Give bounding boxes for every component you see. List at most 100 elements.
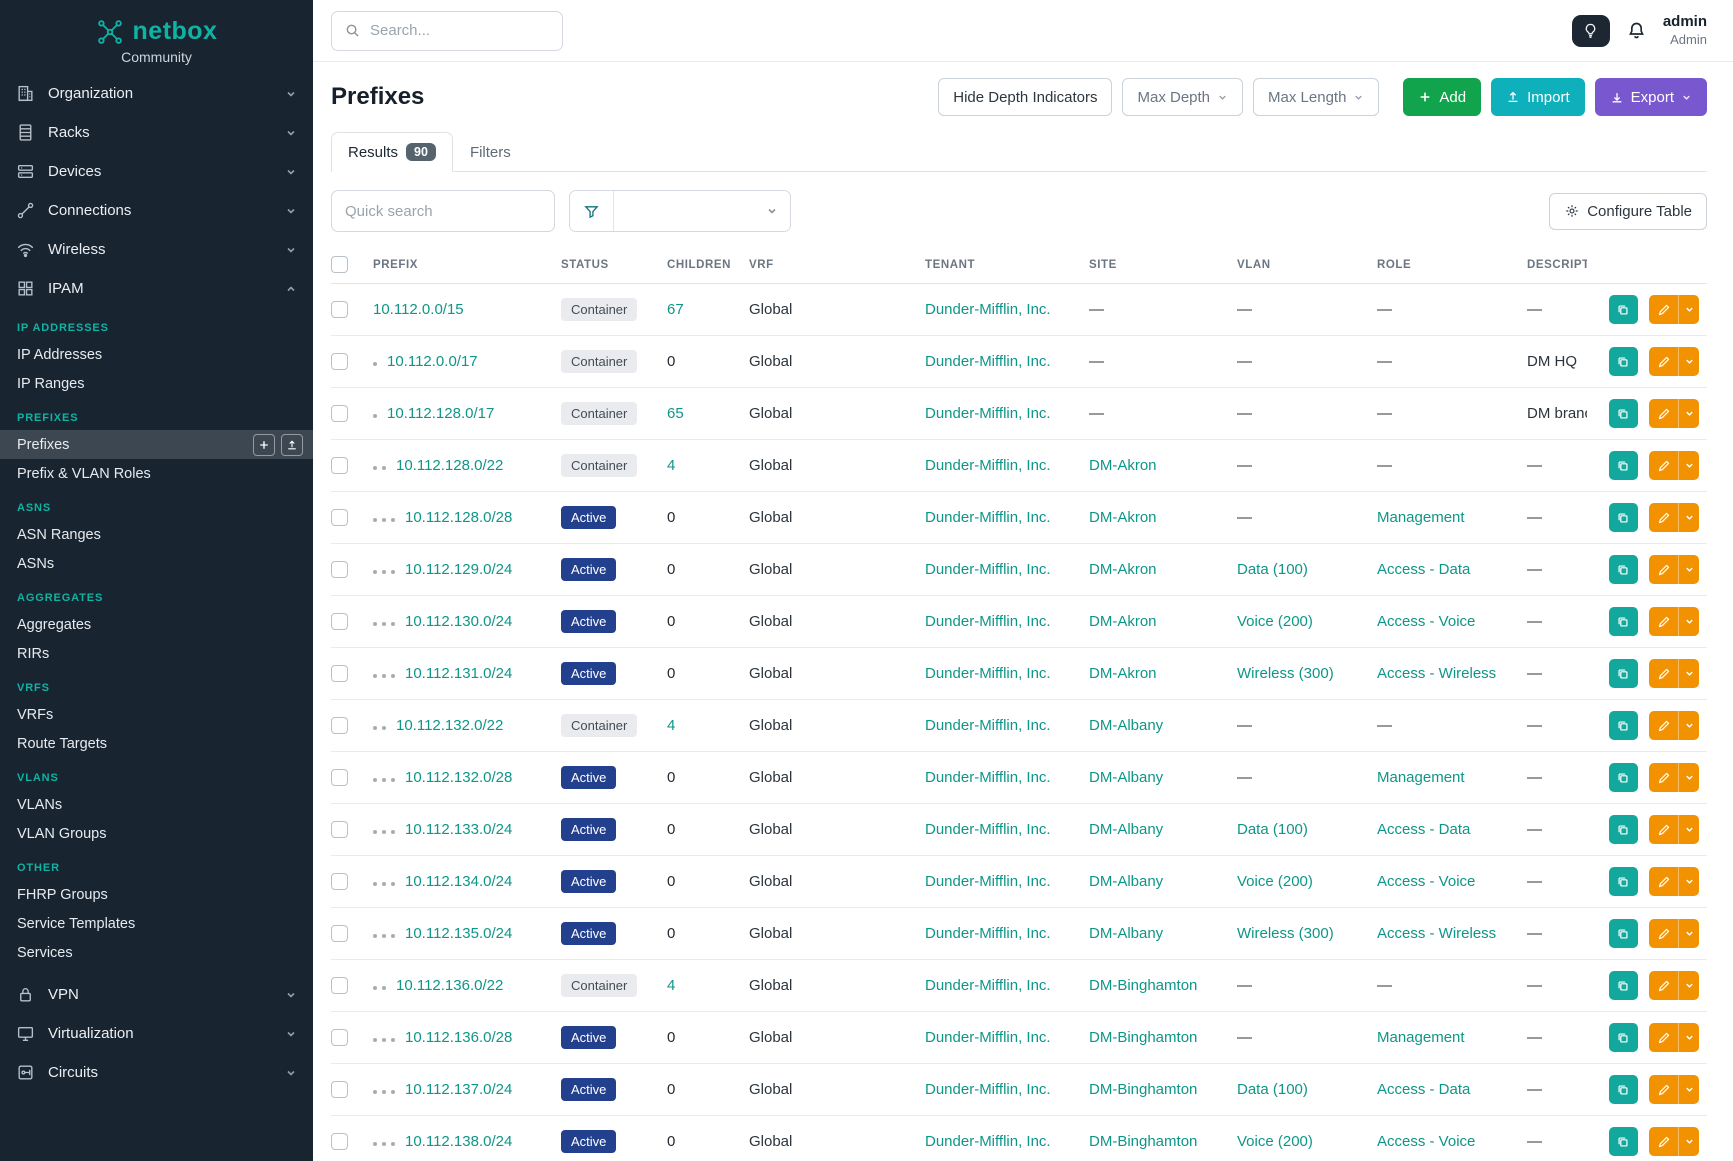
edit-button[interactable] — [1649, 1023, 1678, 1052]
sidebar-item-prefixes[interactable]: Prefixes — [0, 430, 313, 459]
row-checkbox[interactable] — [331, 561, 348, 578]
children-count-link[interactable]: 67 — [667, 301, 684, 318]
column-header-tenant[interactable]: TENANT — [925, 246, 1089, 284]
prefix-link[interactable]: 10.112.0.0/15 — [373, 301, 464, 318]
tenant-link[interactable]: Dunder-Mifflin, Inc. — [925, 1081, 1051, 1098]
site-link[interactable]: DM-Albany — [1089, 873, 1163, 890]
tenant-link[interactable]: Dunder-Mifflin, Inc. — [925, 613, 1051, 630]
tenant-link[interactable]: Dunder-Mifflin, Inc. — [925, 717, 1051, 734]
prefix-link[interactable]: 10.112.136.0/22 — [396, 977, 503, 994]
vlan-link[interactable]: Voice (200) — [1237, 1133, 1313, 1150]
theme-toggle-button[interactable] — [1572, 15, 1610, 47]
vlan-link[interactable]: Wireless (300) — [1237, 665, 1334, 682]
edit-button[interactable] — [1649, 711, 1678, 740]
edit-dropdown-button[interactable] — [1678, 555, 1699, 584]
tenant-link[interactable]: Dunder-Mifflin, Inc. — [925, 509, 1051, 526]
tenant-link[interactable]: Dunder-Mifflin, Inc. — [925, 925, 1051, 942]
prefix-link[interactable]: 10.112.133.0/24 — [405, 821, 512, 838]
edit-button[interactable] — [1649, 451, 1678, 480]
sidebar-item-ipam[interactable]: IPAM — [0, 269, 313, 308]
filter-button[interactable] — [570, 191, 614, 231]
clone-button[interactable] — [1609, 711, 1638, 740]
row-checkbox[interactable] — [331, 301, 348, 318]
edit-button[interactable] — [1649, 919, 1678, 948]
tenant-link[interactable]: Dunder-Mifflin, Inc. — [925, 353, 1051, 370]
prefix-link[interactable]: 10.112.128.0/17 — [387, 405, 494, 422]
sidebar-item-vpn[interactable]: VPN — [0, 975, 313, 1014]
max-depth-dropdown[interactable]: Max Depth — [1122, 78, 1243, 116]
column-header-site[interactable]: SITE — [1089, 246, 1237, 284]
vlan-link[interactable]: Data (100) — [1237, 821, 1308, 838]
vlan-link[interactable]: Voice (200) — [1237, 613, 1313, 630]
clone-button[interactable] — [1609, 815, 1638, 844]
sidebar-item-fhrp-groups[interactable]: FHRP Groups — [0, 880, 313, 909]
role-link[interactable]: Access - Wireless — [1377, 925, 1496, 942]
select-all-checkbox[interactable] — [331, 256, 348, 273]
sidebar-import-button[interactable] — [281, 434, 303, 456]
clone-button[interactable] — [1609, 763, 1638, 792]
edit-dropdown-button[interactable] — [1678, 1075, 1699, 1104]
site-link[interactable]: DM-Binghamton — [1089, 1029, 1197, 1046]
column-header-vlan[interactable]: VLAN — [1237, 246, 1377, 284]
saved-filter-select[interactable] — [614, 191, 790, 231]
edit-button[interactable] — [1649, 815, 1678, 844]
row-checkbox[interactable] — [331, 405, 348, 422]
clone-button[interactable] — [1609, 1023, 1638, 1052]
site-link[interactable]: DM-Albany — [1089, 717, 1163, 734]
prefix-link[interactable]: 10.112.132.0/22 — [396, 717, 503, 734]
prefix-link[interactable]: 10.112.128.0/28 — [405, 509, 512, 526]
hide-depth-indicators-button[interactable]: Hide Depth Indicators — [938, 78, 1112, 116]
max-length-dropdown[interactable]: Max Length — [1253, 78, 1379, 116]
sidebar-item-asn-ranges[interactable]: ASN Ranges — [0, 520, 313, 549]
sidebar-item-route-targets[interactable]: Route Targets — [0, 729, 313, 758]
site-link[interactable]: DM-Akron — [1089, 509, 1157, 526]
site-link[interactable]: DM-Albany — [1089, 925, 1163, 942]
configure-table-button[interactable]: Configure Table — [1549, 193, 1707, 230]
edit-button[interactable] — [1649, 503, 1678, 532]
row-checkbox[interactable] — [331, 457, 348, 474]
sidebar-item-devices[interactable]: Devices — [0, 152, 313, 191]
clone-button[interactable] — [1609, 607, 1638, 636]
sidebar-add-button[interactable] — [253, 434, 275, 456]
clone-button[interactable] — [1609, 347, 1638, 376]
edit-button[interactable] — [1649, 295, 1678, 324]
column-header-description[interactable]: DESCRIPTION — [1527, 246, 1587, 284]
role-link[interactable]: Management — [1377, 509, 1465, 526]
row-checkbox[interactable] — [331, 769, 348, 786]
clone-button[interactable] — [1609, 971, 1638, 1000]
sidebar-item-vrfs[interactable]: VRFs — [0, 700, 313, 729]
column-header-status[interactable]: STATUS — [561, 246, 667, 284]
row-checkbox[interactable] — [331, 873, 348, 890]
edit-dropdown-button[interactable] — [1678, 451, 1699, 480]
tenant-link[interactable]: Dunder-Mifflin, Inc. — [925, 1029, 1051, 1046]
edit-button[interactable] — [1649, 971, 1678, 1000]
tenant-link[interactable]: Dunder-Mifflin, Inc. — [925, 873, 1051, 890]
sidebar-item-rirs[interactable]: RIRs — [0, 639, 313, 668]
role-link[interactable]: Access - Voice — [1377, 613, 1475, 630]
edit-dropdown-button[interactable] — [1678, 503, 1699, 532]
edit-button[interactable] — [1649, 1127, 1678, 1156]
sidebar-item-aggregates[interactable]: Aggregates — [0, 610, 313, 639]
edit-button[interactable] — [1649, 399, 1678, 428]
vlan-link[interactable]: Voice (200) — [1237, 873, 1313, 890]
site-link[interactable]: DM-Albany — [1089, 769, 1163, 786]
add-button[interactable]: Add — [1403, 78, 1481, 116]
row-checkbox[interactable] — [331, 717, 348, 734]
children-count-link[interactable]: 4 — [667, 977, 675, 994]
site-link[interactable]: DM-Albany — [1089, 821, 1163, 838]
row-checkbox[interactable] — [331, 925, 348, 942]
prefix-link[interactable]: 10.112.0.0/17 — [387, 353, 478, 370]
tenant-link[interactable]: Dunder-Mifflin, Inc. — [925, 561, 1051, 578]
tenant-link[interactable]: Dunder-Mifflin, Inc. — [925, 769, 1051, 786]
sidebar-item-service-templates[interactable]: Service Templates — [0, 909, 313, 938]
site-link[interactable]: DM-Binghamton — [1089, 1133, 1197, 1150]
tenant-link[interactable]: Dunder-Mifflin, Inc. — [925, 821, 1051, 838]
sidebar-item-circuits[interactable]: Circuits — [0, 1053, 313, 1092]
site-link[interactable]: DM-Akron — [1089, 457, 1157, 474]
prefix-link[interactable]: 10.112.128.0/22 — [396, 457, 503, 474]
vlan-link[interactable]: Data (100) — [1237, 561, 1308, 578]
children-count-link[interactable]: 65 — [667, 405, 684, 422]
global-search[interactable] — [331, 11, 563, 51]
clone-button[interactable] — [1609, 295, 1638, 324]
role-link[interactable]: Access - Data — [1377, 1081, 1470, 1098]
